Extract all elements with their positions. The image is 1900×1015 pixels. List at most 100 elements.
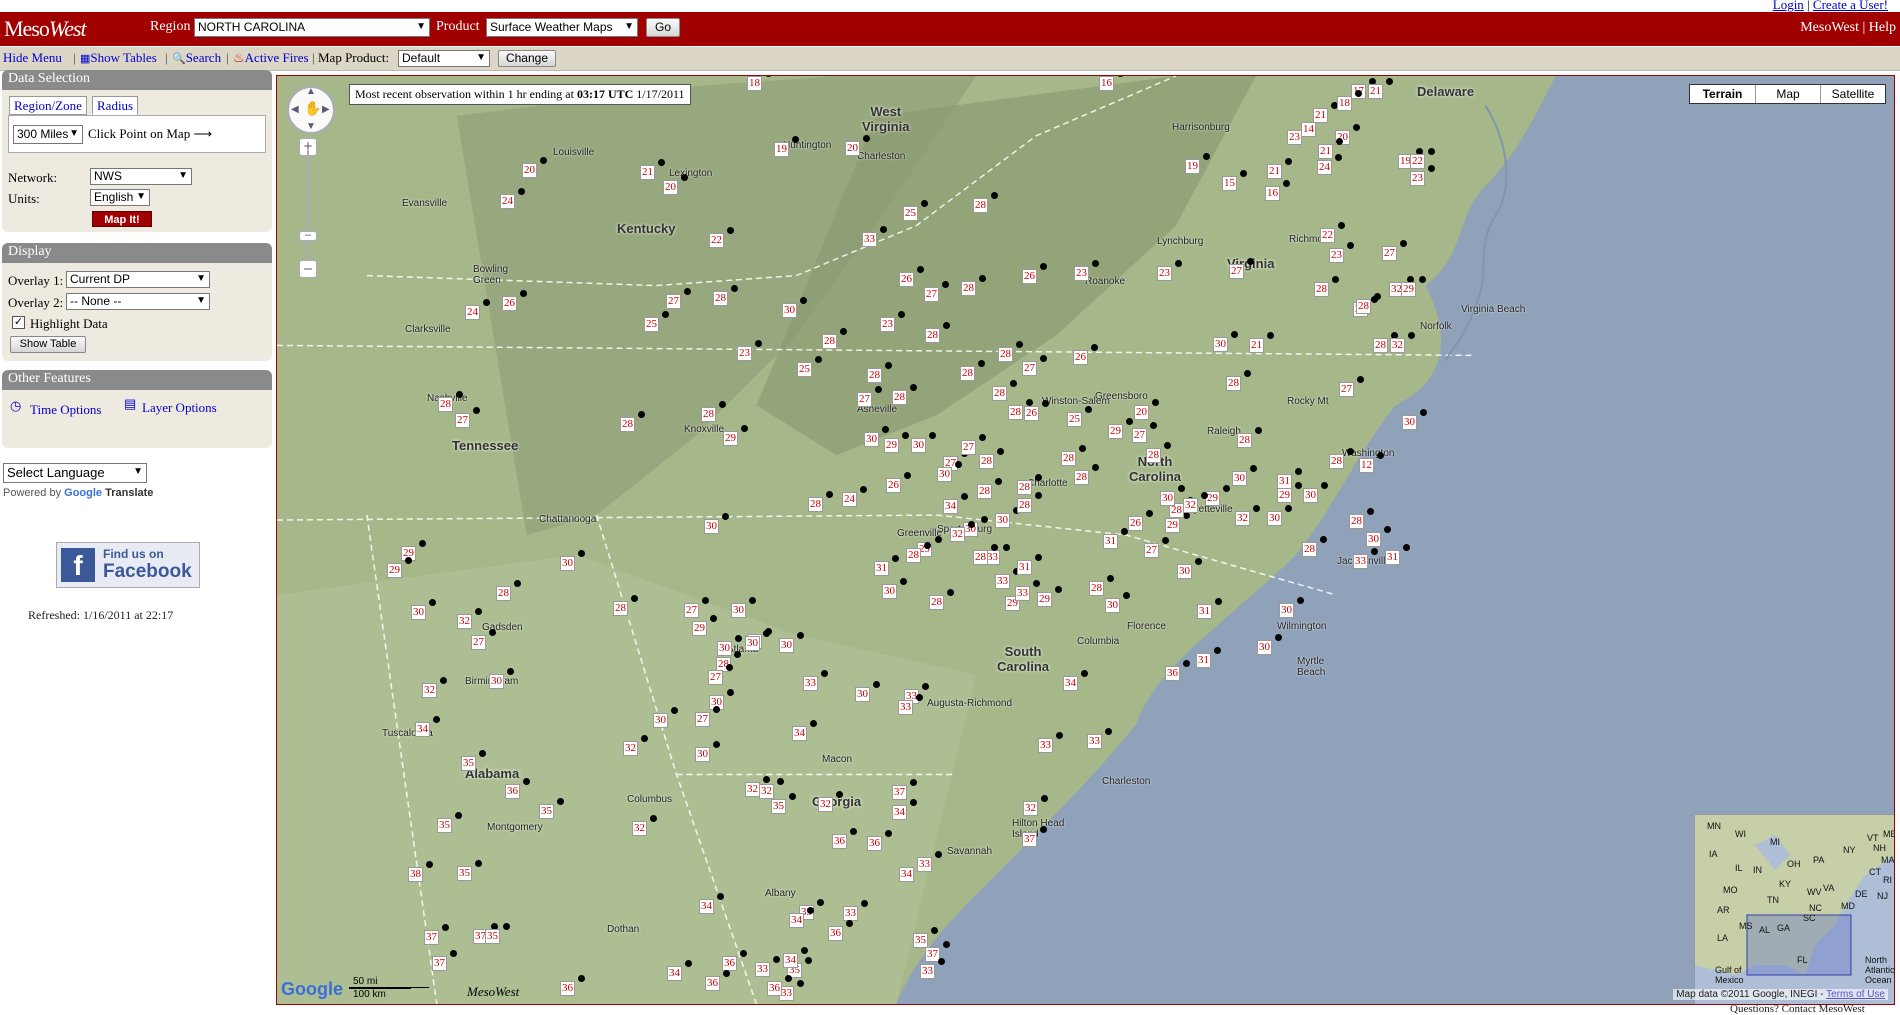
station-value[interactable]: 29	[1277, 488, 1292, 503]
station-value[interactable]: 33	[917, 857, 932, 872]
station-value[interactable]: 21	[640, 165, 655, 180]
station-value[interactable]: 32	[818, 797, 833, 812]
station-marker[interactable]	[662, 311, 669, 318]
station-value[interactable]: 20	[1134, 405, 1149, 420]
station-marker[interactable]	[961, 493, 968, 500]
help-link[interactable]: Help	[1869, 20, 1896, 35]
station-value[interactable]: 30	[717, 641, 732, 656]
station-marker[interactable]	[797, 980, 804, 987]
station-marker[interactable]	[817, 899, 824, 906]
station-marker[interactable]	[1419, 276, 1426, 283]
station-value[interactable]: 30	[1402, 415, 1417, 430]
overlay2-select[interactable]: -- None -- ▼	[66, 293, 210, 310]
station-marker[interactable]	[1035, 492, 1042, 499]
terms-of-use-link[interactable]: Terms of Use	[1826, 989, 1885, 1000]
station-value[interactable]: 30	[560, 556, 575, 571]
station-marker[interactable]	[702, 597, 709, 604]
station-value[interactable]: 28	[992, 386, 1007, 401]
station-value[interactable]: 28	[1017, 480, 1032, 495]
station-value[interactable]: 28	[1356, 299, 1371, 314]
show-table-button[interactable]: Show Table	[10, 336, 86, 353]
station-value[interactable]: 36	[560, 981, 575, 996]
station-value[interactable]: 30	[489, 674, 504, 689]
station-marker[interactable]	[1295, 468, 1302, 475]
station-marker[interactable]	[882, 426, 889, 433]
station-value[interactable]: 27	[471, 635, 486, 650]
time-options-link[interactable]: Time Options	[30, 402, 101, 418]
station-marker[interactable]	[978, 360, 985, 367]
station-marker[interactable]	[1371, 548, 1378, 555]
tab-radius[interactable]: Radius	[92, 96, 139, 115]
station-value[interactable]: 33	[843, 906, 858, 921]
map-type-terrain[interactable]: Terrain	[1690, 85, 1755, 103]
station-marker[interactable]	[1092, 464, 1099, 471]
station-value[interactable]: 29	[692, 621, 707, 636]
station-marker[interactable]	[671, 707, 678, 714]
station-value[interactable]: 28	[929, 595, 944, 610]
station-marker[interactable]	[910, 799, 917, 806]
zoom-out-button[interactable]: –	[299, 260, 317, 278]
station-marker[interactable]	[520, 290, 527, 297]
station-marker[interactable]	[981, 516, 988, 523]
station-value[interactable]: 31	[1197, 604, 1212, 619]
station-marker[interactable]	[1353, 124, 1360, 131]
station-marker[interactable]	[904, 472, 911, 479]
station-value[interactable]: 28	[496, 586, 511, 601]
station-value[interactable]: 25	[644, 317, 659, 332]
station-value[interactable]: 21	[1267, 164, 1282, 179]
station-marker[interactable]	[875, 386, 882, 393]
station-marker[interactable]	[1016, 341, 1023, 348]
station-value[interactable]: 27	[857, 392, 872, 407]
station-value[interactable]: 19	[774, 142, 789, 157]
station-marker[interactable]	[929, 432, 936, 439]
station-value[interactable]: 16	[1265, 186, 1280, 201]
station-marker[interactable]	[921, 200, 928, 207]
station-marker[interactable]	[442, 924, 449, 931]
station-marker[interactable]	[713, 741, 720, 748]
station-marker[interactable]	[1285, 158, 1292, 165]
station-marker[interactable]	[419, 540, 426, 547]
station-marker[interactable]	[734, 651, 741, 658]
station-value[interactable]: 26	[886, 478, 901, 493]
product-select[interactable]: Surface Weather Maps ▼	[486, 18, 638, 37]
station-marker[interactable]	[1347, 448, 1354, 455]
station-value[interactable]: 30	[882, 584, 897, 599]
facebook-badge[interactable]: f Find us on Facebook	[56, 542, 200, 588]
google-logo[interactable]: Google	[281, 979, 343, 1000]
station-marker[interactable]	[861, 900, 868, 907]
station-marker[interactable]	[885, 830, 892, 837]
station-marker[interactable]	[1285, 505, 1292, 512]
station-marker[interactable]	[1297, 597, 1304, 604]
station-marker[interactable]	[916, 694, 923, 701]
station-value[interactable]: 30	[695, 747, 710, 762]
login-link[interactable]: Login	[1773, 0, 1804, 12]
station-marker[interactable]	[860, 486, 867, 493]
station-value[interactable]: 28	[1329, 454, 1344, 469]
station-marker[interactable]	[1428, 165, 1435, 172]
go-button[interactable]: Go	[646, 18, 680, 37]
station-value[interactable]: 31	[1017, 560, 1032, 575]
region-select[interactable]: NORTH CAROLINA ▼	[194, 18, 430, 37]
station-value[interactable]: 33	[1353, 554, 1368, 569]
station-marker[interactable]	[1283, 180, 1290, 187]
station-marker[interactable]	[840, 328, 847, 335]
station-value[interactable]: 30	[411, 605, 426, 620]
highlight-checkbox[interactable]: ✓	[12, 316, 25, 329]
station-value[interactable]: 36	[828, 926, 843, 941]
change-button[interactable]: Change	[498, 50, 556, 67]
station-value[interactable]: 27	[1132, 428, 1147, 443]
station-value[interactable]: 35	[539, 804, 554, 819]
station-value[interactable]: 34	[943, 499, 958, 514]
station-value[interactable]: 21	[1318, 144, 1333, 159]
station-marker[interactable]	[713, 706, 720, 713]
station-value[interactable]: 28	[1061, 451, 1076, 466]
station-value[interactable]: 16	[1099, 76, 1114, 91]
station-marker[interactable]	[863, 135, 870, 142]
station-marker[interactable]	[710, 615, 717, 622]
station-value[interactable]: 32	[1390, 338, 1405, 353]
station-marker[interactable]	[1150, 422, 1157, 429]
map-it-button[interactable]: Map It!	[92, 211, 152, 227]
station-marker[interactable]	[979, 275, 986, 282]
station-value[interactable]: 28	[961, 281, 976, 296]
station-marker[interactable]	[719, 401, 726, 408]
